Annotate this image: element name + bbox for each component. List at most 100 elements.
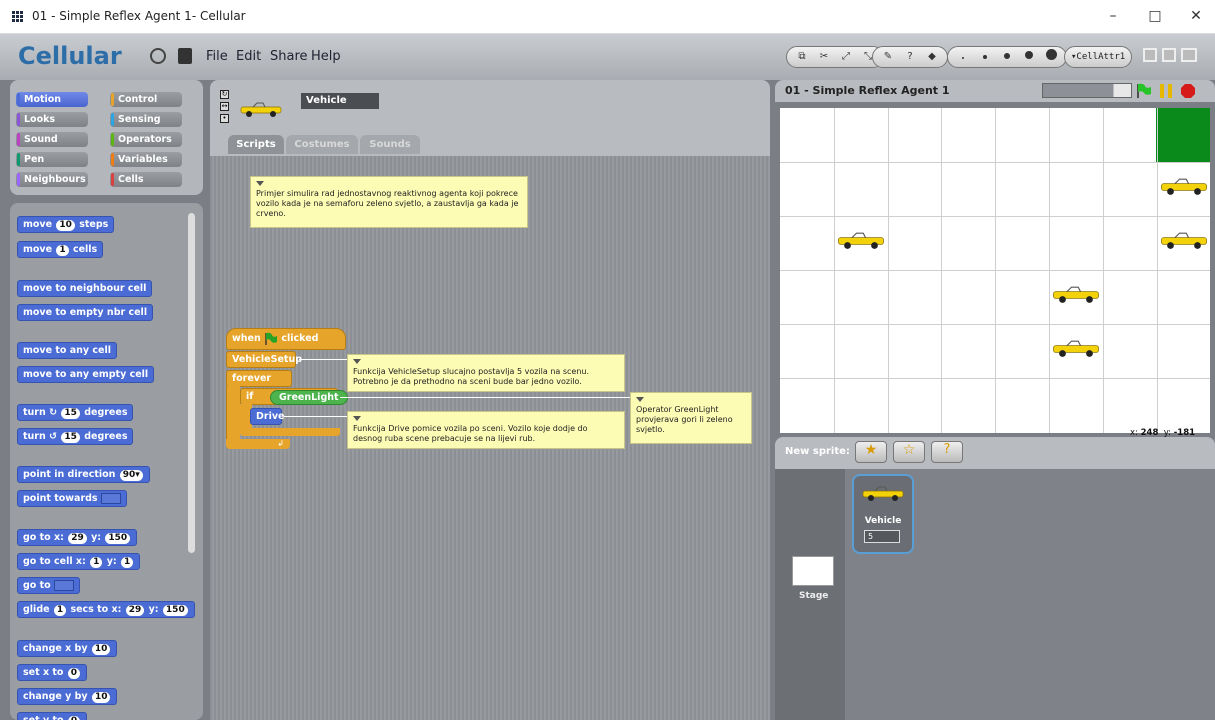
set-x-input[interactable]: 0 bbox=[67, 668, 81, 679]
vehicle-sprite[interactable] bbox=[1050, 286, 1102, 304]
change-y-input[interactable]: 10 bbox=[91, 692, 111, 703]
category-looks[interactable]: Looks bbox=[16, 112, 88, 127]
comment-greenlight[interactable]: Operator GreenLight provjerava gori li z… bbox=[630, 392, 752, 444]
presentation-mode-icon[interactable] bbox=[1181, 48, 1197, 62]
palette-block-move-cells[interactable]: move 1 cells bbox=[17, 241, 104, 258]
palette-scrollbar[interactable] bbox=[188, 213, 195, 553]
palette-block-change-x[interactable]: change x by 10 bbox=[17, 640, 118, 657]
block-vehicle-setup[interactable]: VehicleSetup bbox=[226, 351, 302, 368]
category-cells[interactable]: Cells bbox=[110, 172, 182, 187]
turn-cw-input[interactable]: 15 bbox=[61, 408, 80, 419]
flip-icon[interactable]: ↔ bbox=[220, 102, 229, 111]
move-cells-input[interactable]: 1 bbox=[56, 245, 69, 256]
menu-file[interactable]: File bbox=[206, 49, 228, 64]
category-motion[interactable]: Motion bbox=[16, 92, 88, 107]
category-control[interactable]: Control bbox=[110, 92, 182, 107]
paint-new-sprite-icon[interactable]: ★ bbox=[855, 441, 887, 463]
help-icon[interactable]: ? bbox=[901, 49, 919, 65]
palette-block-move-to-neighbour[interactable]: move to neighbour cell bbox=[17, 280, 153, 297]
palette-block-go-to-cell[interactable]: go to cell x: 1 y: 1 bbox=[17, 553, 141, 570]
no-rotate-icon[interactable]: • bbox=[220, 114, 229, 123]
brush-size-4-icon[interactable] bbox=[1020, 49, 1038, 65]
palette-block-move-to-any-cell[interactable]: move to any cell bbox=[17, 342, 118, 359]
glide-input[interactable]: 150 bbox=[162, 605, 188, 616]
palette-block-set-y[interactable]: set y to 0 bbox=[17, 712, 88, 720]
hat-when-flag-clicked[interactable]: when clicked bbox=[226, 328, 346, 350]
category-sound[interactable]: Sound bbox=[16, 132, 88, 147]
rotation-style-buttons[interactable]: ↻ ↔ • bbox=[220, 90, 229, 130]
palette-block-glide[interactable]: glide 1 secs to x: 29 y: 150 bbox=[17, 601, 195, 618]
category-neighbours[interactable]: Neighbours bbox=[16, 172, 88, 187]
vehicle-sprite[interactable] bbox=[1158, 178, 1210, 196]
vehicle-sprite[interactable] bbox=[1050, 340, 1102, 358]
sprite-count-field[interactable]: 5 bbox=[864, 530, 900, 543]
go-to-cell-input[interactable]: 1 bbox=[121, 557, 134, 568]
point-direction-input[interactable]: 90▾ bbox=[119, 470, 143, 481]
palette-block-go-to[interactable]: go to bbox=[17, 577, 81, 594]
save-icon[interactable] bbox=[178, 48, 192, 64]
sprite-tile-vehicle[interactable]: Vehicle 5 bbox=[852, 474, 914, 554]
palette-block-change-y[interactable]: change y by 10 bbox=[17, 688, 118, 705]
category-sensing[interactable]: Sensing bbox=[110, 112, 182, 127]
pencil-icon[interactable]: ✎ bbox=[879, 49, 897, 65]
maximize-button[interactable]: □ bbox=[1145, 8, 1165, 24]
block-greenlight[interactable]: GreenLight bbox=[270, 390, 348, 405]
palette-block-move-to-empty-nbr[interactable]: move to empty nbr cell bbox=[17, 304, 154, 321]
turn-ccw-input[interactable]: 15 bbox=[61, 432, 80, 443]
stage-thumbnail[interactable] bbox=[792, 556, 834, 586]
glide-input[interactable]: 1 bbox=[53, 605, 67, 616]
palette-block-move-to-any-empty[interactable]: move to any empty cell bbox=[17, 366, 155, 383]
tab-sounds[interactable]: Sounds bbox=[360, 135, 420, 154]
change-x-input[interactable]: 10 bbox=[91, 644, 111, 655]
palette-block-go-to-xy[interactable]: go to x: 29 y: 150 bbox=[17, 529, 138, 546]
category-operators[interactable]: Operators bbox=[110, 132, 182, 147]
palette-block-point-towards[interactable]: point towards bbox=[17, 490, 127, 507]
green-flag-icon[interactable] bbox=[1136, 83, 1152, 99]
set-y-input[interactable]: 0 bbox=[67, 716, 81, 720]
go-to-dropdown[interactable] bbox=[54, 580, 75, 591]
palette-block-set-x[interactable]: set x to 0 bbox=[17, 664, 88, 681]
category-variables[interactable]: Variables bbox=[110, 152, 182, 167]
palette-block-point-direction[interactable]: point in direction 90▾ bbox=[17, 466, 150, 483]
brush-size-2-icon[interactable] bbox=[976, 49, 994, 65]
brush-size-1-icon[interactable] bbox=[954, 49, 972, 65]
rotate-icon[interactable]: ↻ bbox=[220, 90, 229, 99]
menu-edit[interactable]: Edit bbox=[236, 49, 261, 64]
comment-setup[interactable]: Funkcija VehicleSetup slucajno postavlja… bbox=[347, 354, 625, 392]
delete-icon[interactable]: ✂ bbox=[815, 49, 833, 65]
block-forever-label[interactable]: forever bbox=[226, 370, 292, 387]
eraser-icon[interactable]: ◆ bbox=[923, 49, 941, 65]
stage-grid[interactable] bbox=[780, 108, 1210, 433]
go-to-cell-input[interactable]: 1 bbox=[90, 557, 103, 568]
pause-icon[interactable] bbox=[1158, 83, 1174, 99]
category-pen[interactable]: Pen bbox=[16, 152, 88, 167]
sprite-name-field[interactable]: Vehicle bbox=[301, 93, 379, 109]
go-to-xy-input[interactable]: 29 bbox=[68, 533, 87, 544]
palette-block-move-steps[interactable]: move 10 steps bbox=[17, 216, 115, 233]
stop-icon[interactable] bbox=[1180, 83, 1196, 99]
glide-input[interactable]: 29 bbox=[125, 605, 145, 616]
grow-icon[interactable]: ⤢ bbox=[837, 49, 855, 65]
menu-help[interactable]: Help bbox=[311, 49, 341, 64]
duplicate-icon[interactable]: ⧉ bbox=[793, 49, 811, 65]
palette-block-turn-ccw[interactable]: turn ↺ 15 degrees bbox=[17, 428, 134, 445]
vehicle-sprite[interactable] bbox=[1158, 232, 1210, 250]
block-drive[interactable]: Drive bbox=[250, 408, 284, 425]
comment-intro[interactable]: Primjer simulira rad jednostavnog reakti… bbox=[250, 176, 528, 228]
tab-scripts[interactable]: Scripts bbox=[228, 135, 284, 154]
menu-share[interactable]: Share bbox=[270, 49, 308, 64]
surprise-sprite-icon[interactable]: ? bbox=[931, 441, 963, 463]
presentation-slider[interactable] bbox=[1042, 83, 1132, 98]
go-to-xy-input[interactable]: 150 bbox=[105, 533, 131, 544]
choose-sprite-file-icon[interactable]: ☆ bbox=[893, 441, 925, 463]
minimize-button[interactable]: – bbox=[1103, 8, 1123, 24]
close-button[interactable]: ✕ bbox=[1186, 8, 1206, 24]
tab-costumes[interactable]: Costumes bbox=[286, 135, 358, 154]
palette-block-turn-cw[interactable]: turn ↻ 15 degrees bbox=[17, 404, 134, 421]
comment-drive[interactable]: Funkcija Drive pomice vozila po sceni. V… bbox=[347, 411, 625, 449]
globe-icon[interactable] bbox=[150, 48, 166, 64]
small-stage-icon[interactable] bbox=[1143, 48, 1157, 62]
normal-stage-icon[interactable] bbox=[1162, 48, 1176, 62]
brush-size-3-icon[interactable] bbox=[998, 49, 1016, 65]
vehicle-sprite[interactable] bbox=[835, 232, 887, 250]
